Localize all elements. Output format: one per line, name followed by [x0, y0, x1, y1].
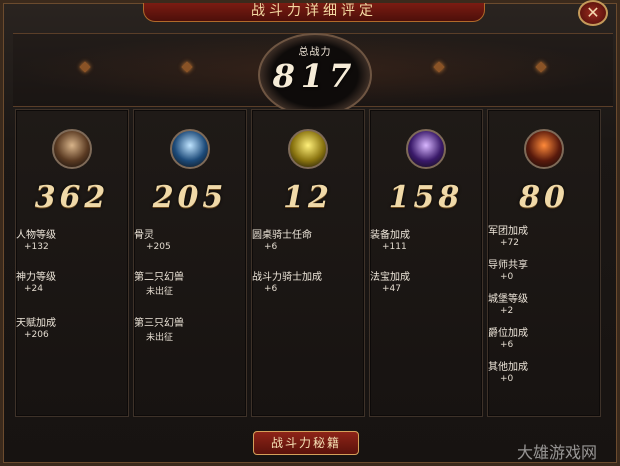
- stat-value: +205: [146, 242, 171, 252]
- stat-label: 人物等级: [16, 230, 56, 241]
- stat-label: 第三只幻兽: [134, 318, 184, 329]
- stat-value: 未出征: [146, 333, 174, 343]
- stat-label: 导师共享: [488, 260, 528, 271]
- watermark: 大雄游戏网: [517, 443, 598, 462]
- panel-score: 362: [34, 180, 110, 215]
- stat-label: 其他加成: [488, 362, 528, 373]
- warrior-portrait-icon[interactable]: [52, 129, 92, 169]
- stat-label: 骨灵: [134, 230, 154, 241]
- stat-label: 神力等级: [16, 272, 56, 283]
- stat-label: 城堡等级: [488, 294, 528, 305]
- panel-score: 80: [519, 180, 569, 215]
- total-power-label: 总战力: [298, 47, 332, 58]
- stat-label: 法宝加成: [370, 272, 410, 283]
- window-title: 战斗力详细评定: [143, 3, 485, 22]
- panel-equipment: 158 装备加成 +111 法宝加成 +47: [369, 109, 483, 417]
- stat-value: +47: [382, 284, 401, 294]
- red-shield-icon[interactable]: [524, 129, 564, 169]
- stat-label: 第二只幻兽: [134, 272, 184, 283]
- panel-character: 362 人物等级 +132 神力等级 +24 天赋加成 +206: [15, 109, 129, 417]
- stat-value: +0: [500, 272, 514, 282]
- stat-label: 天赋加成: [16, 318, 56, 329]
- combat-guide-button[interactable]: 战斗力秘籍: [253, 431, 359, 455]
- close-icon: ✕: [586, 3, 600, 22]
- panel-knight: 12 圆桌骑士任命 +6 战斗力骑士加成 +6: [251, 109, 365, 417]
- stat-value: +132: [24, 242, 49, 252]
- stat-value: +111: [382, 242, 407, 252]
- stat-value: +206: [24, 330, 49, 340]
- panel-score: 158: [388, 180, 464, 215]
- purple-armor-icon[interactable]: [406, 129, 446, 169]
- stat-label: 装备加成: [370, 230, 410, 241]
- stat-value: +72: [500, 238, 519, 248]
- panel-score: 12: [283, 180, 333, 215]
- total-power-value: 817: [272, 57, 358, 95]
- panel-score: 205: [152, 180, 228, 215]
- stat-value: 未出征: [146, 287, 174, 297]
- stat-value: +6: [264, 242, 278, 252]
- close-button[interactable]: ✕: [578, 0, 608, 26]
- stat-value: +24: [24, 284, 43, 294]
- stat-label: 圆桌骑士任命: [252, 230, 312, 241]
- combat-power-window: 战斗力详细评定 ✕ 总战力 817 362 人物等级 +132 神力等级 +24…: [0, 0, 620, 466]
- stat-value: +6: [500, 340, 514, 350]
- stat-label: 战斗力骑士加成: [252, 272, 322, 283]
- stat-label: 军团加成: [488, 226, 528, 237]
- stat-value: +6: [264, 284, 278, 294]
- stat-label: 爵位加成: [488, 328, 528, 339]
- yellow-chick-icon[interactable]: [288, 129, 328, 169]
- panel-beast: 205 骨灵 +205 第二只幻兽 未出征 第三只幻兽 未出征: [133, 109, 247, 417]
- ice-beast-icon[interactable]: [170, 129, 210, 169]
- stat-value: +2: [500, 306, 514, 316]
- total-power-emblem: 总战力 817: [258, 33, 372, 117]
- stat-value: +0: [500, 374, 514, 384]
- panel-other: 80 军团加成 +72 导师共享 +0 城堡等级 +2 爵位加成 +6 其他加成…: [487, 109, 601, 417]
